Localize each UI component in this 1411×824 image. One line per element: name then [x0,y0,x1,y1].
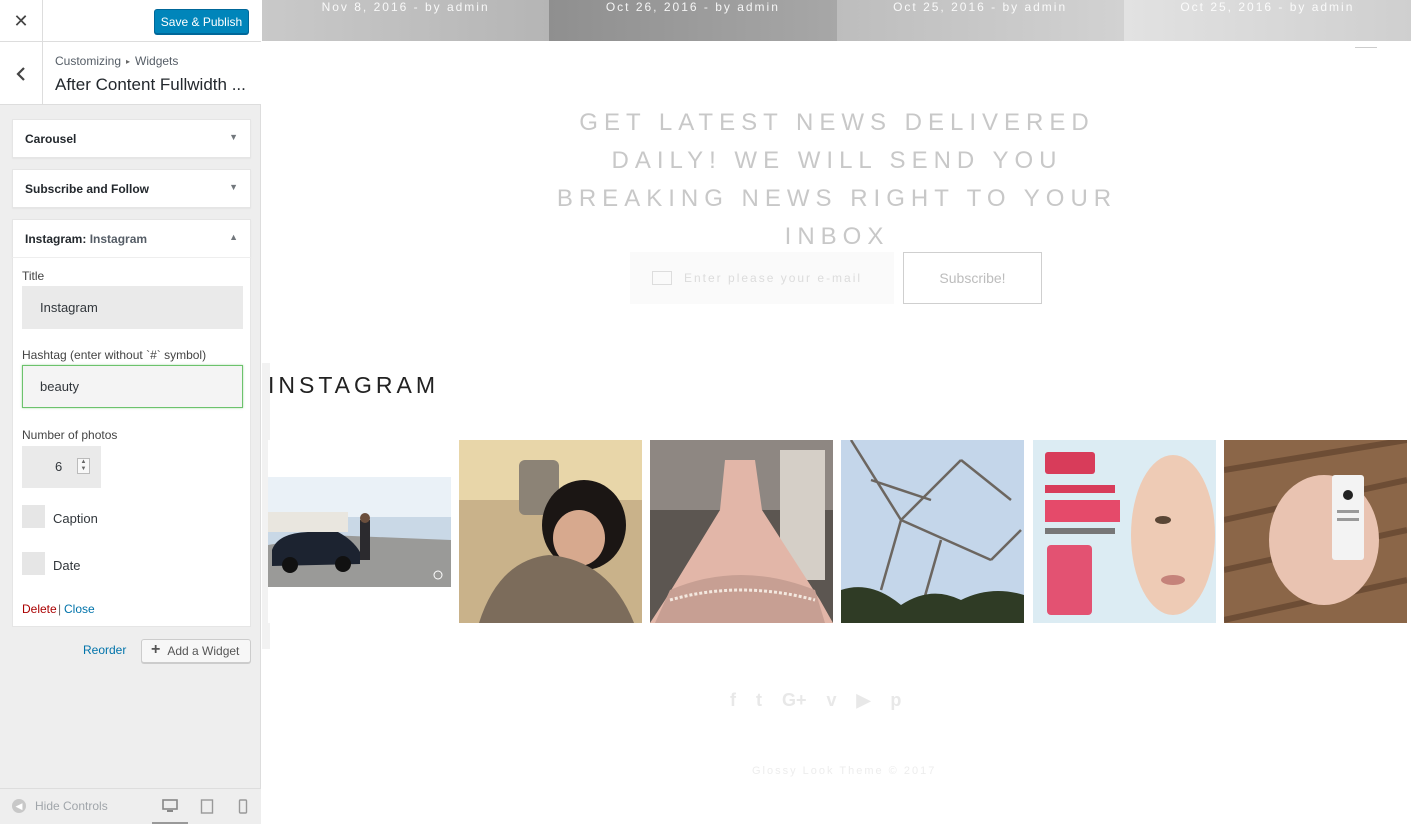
save-publish-button[interactable]: Save & Publish [154,9,249,34]
date-checkbox[interactable] [22,552,45,575]
instagram-photo-collagen-ad[interactable] [1033,440,1216,623]
post-meta: Oct 25, 2016 - by admin [1180,0,1355,14]
close-widget-link[interactable]: Close [64,602,95,616]
spinner-arrows-icon[interactable]: ▲ ▼ [77,458,90,474]
photos-count-stepper[interactable]: 6 ▲ ▼ [22,446,101,488]
add-widget-label: Add a Widget [167,644,240,658]
subscribe-button[interactable]: Subscribe! [903,252,1042,304]
newsletter-heading: GET LATEST NEWS DELIVERED DAILY! WE WILL… [556,109,1118,250]
vimeo-icon[interactable]: v [827,690,837,711]
section-header: Customizing ▸ Widgets After Content Fullwi… [0,42,261,105]
post-tile[interactable]: Oct 25, 2016 - by admin [1123,0,1411,41]
hide-controls-button[interactable]: ◀ Hide Controls [12,799,108,813]
pinterest-icon[interactable]: p [890,690,901,711]
email-placeholder: Enter please your e-mail [684,271,863,285]
caption-checkbox[interactable] [22,505,45,528]
link-separator: | [58,602,62,616]
reorder-link[interactable]: Reorder [83,643,126,657]
widget-carousel[interactable]: Carousel ▼ [12,119,251,158]
widget-instance-title: Instagram [89,232,148,246]
newsletter-email-input[interactable]: Enter please your e-mail [630,252,894,304]
envelope-icon [652,271,672,285]
tablet-preview-icon[interactable] [198,797,216,815]
section-title: After Content Fullwidth ... [55,75,246,94]
desktop-preview-icon[interactable] [161,797,179,815]
customizer-header: ✕ Save & Publish [0,0,261,42]
post-tile[interactable]: Oct 26, 2016 - by admin [549,0,837,41]
post-carousel-strip: Nov 8, 2016 - by admin Oct 26, 2016 - by… [262,0,1411,41]
menu-icon[interactable] [1355,42,1377,48]
instagram-widget-form: Title Instagram Hashtag (enter without `… [12,257,251,627]
plus-icon: + [151,641,161,658]
instagram-photo-car[interactable] [268,440,451,623]
copyright-text: Glossy Look Theme © 2017 [752,765,937,777]
breadcrumb-root: Customizing [55,54,122,68]
date-label: Date [53,558,81,573]
customizer-sidebar: ✕ Save & Publish Customizing ▸ Widgets Aft… [0,0,261,824]
photos-count-value: 6 [55,459,63,474]
instagram-photo-tree[interactable] [841,440,1024,623]
google-plus-icon[interactable]: G+ [782,690,807,711]
hide-controls-label: Hide Controls [35,799,108,813]
close-customizer-button[interactable]: ✕ [0,0,43,42]
back-button[interactable] [0,42,43,105]
site-preview: Nov 8, 2016 - by admin Oct 26, 2016 - by… [262,0,1411,824]
chevron-left-icon [16,66,25,81]
instagram-photo-dress[interactable] [650,440,833,623]
post-tile[interactable]: Nov 8, 2016 - by admin [262,0,550,41]
title-input[interactable]: Instagram [22,286,243,329]
expand-arrow-icon[interactable]: ▼ [229,132,238,142]
hashtag-label: Hashtag (enter without `#` symbol) [22,348,207,362]
instagram-heading: INSTAGRAM [268,372,440,398]
widget-title: Subscribe and Follow [25,182,150,196]
instagram-photo-serum[interactable] [1224,440,1407,623]
post-meta: Nov 8, 2016 - by admin [321,0,490,14]
mobile-preview-icon[interactable] [234,797,252,815]
post-tile[interactable]: Oct 25, 2016 - by admin [836,0,1124,41]
hashtag-input[interactable]: beauty [22,365,243,408]
title-label: Title [22,269,45,283]
customizer-footer: ◀ Hide Controls [0,788,261,824]
instagram-photo-selfie[interactable] [459,440,642,623]
caption-label: Caption [53,511,98,526]
social-links: f t G+ v ▶ p [730,690,901,711]
collapse-arrow-icon: ◀ [12,799,26,813]
breadcrumb-separator-icon: ▸ [126,57,131,66]
add-widget-button[interactable]: + Add a Widget [141,639,251,663]
photos-count-label: Number of photos [22,428,118,442]
post-meta: Oct 26, 2016 - by admin [605,0,780,14]
expand-arrow-icon[interactable]: ▼ [229,182,238,192]
youtube-icon[interactable]: ▶ [857,690,871,711]
widget-type-label: Instagram: [25,232,87,246]
widget-subscribe-follow[interactable]: Subscribe and Follow ▼ [12,169,251,208]
facebook-icon[interactable]: f [730,690,736,711]
collapse-arrow-icon[interactable]: ▲ [229,232,238,242]
breadcrumb: Customizing ▸ Widgets [55,54,178,68]
twitter-icon[interactable]: t [756,690,762,711]
widget-title: Carousel [25,132,77,146]
widget-instagram[interactable]: Instagram: Instagram ▲ [12,219,251,258]
widget-title: Instagram: Instagram [25,232,147,246]
close-icon: ✕ [13,10,29,31]
post-meta: Oct 25, 2016 - by admin [893,0,1068,14]
delete-widget-link[interactable]: Delete [22,602,57,616]
breadcrumb-leaf: Widgets [135,54,179,68]
